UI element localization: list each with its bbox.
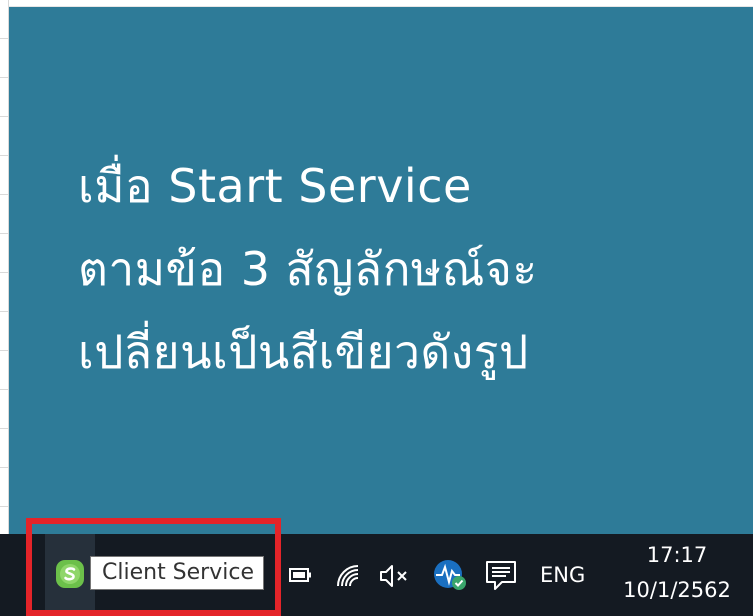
clock-date: 10/1/2562 [623,578,731,602]
highlight-annotation-box [26,518,281,616]
slide-caption: เมื่อ Start Service ตามข้อ 3 สัญลักษณ์จะ… [78,145,718,394]
instruction-slide: เมื่อ Start Service ตามข้อ 3 สัญลักษณ์จะ… [9,7,753,534]
network-monitor-icon[interactable] [432,558,468,592]
caption-line-3: เปลี่ยนเป็นสีเขียวดังรูป [78,325,529,379]
spreadsheet-grid-left [0,0,9,534]
spreadsheet-grid-top [0,0,753,7]
caption-line-1: เมื่อ Start Service [78,159,472,213]
battery-icon[interactable] [288,564,314,586]
clock-time: 17:17 [646,543,708,567]
volume-muted-icon[interactable] [378,562,412,590]
wifi-icon[interactable] [334,562,364,590]
caption-line-2: ตามข้อ 3 สัญลักษณ์จะ [78,242,538,296]
taskbar-clock[interactable]: 17:17 10/1/2562 [612,538,742,608]
input-language-indicator[interactable]: ENG [540,560,585,590]
action-center-icon[interactable] [484,558,518,592]
